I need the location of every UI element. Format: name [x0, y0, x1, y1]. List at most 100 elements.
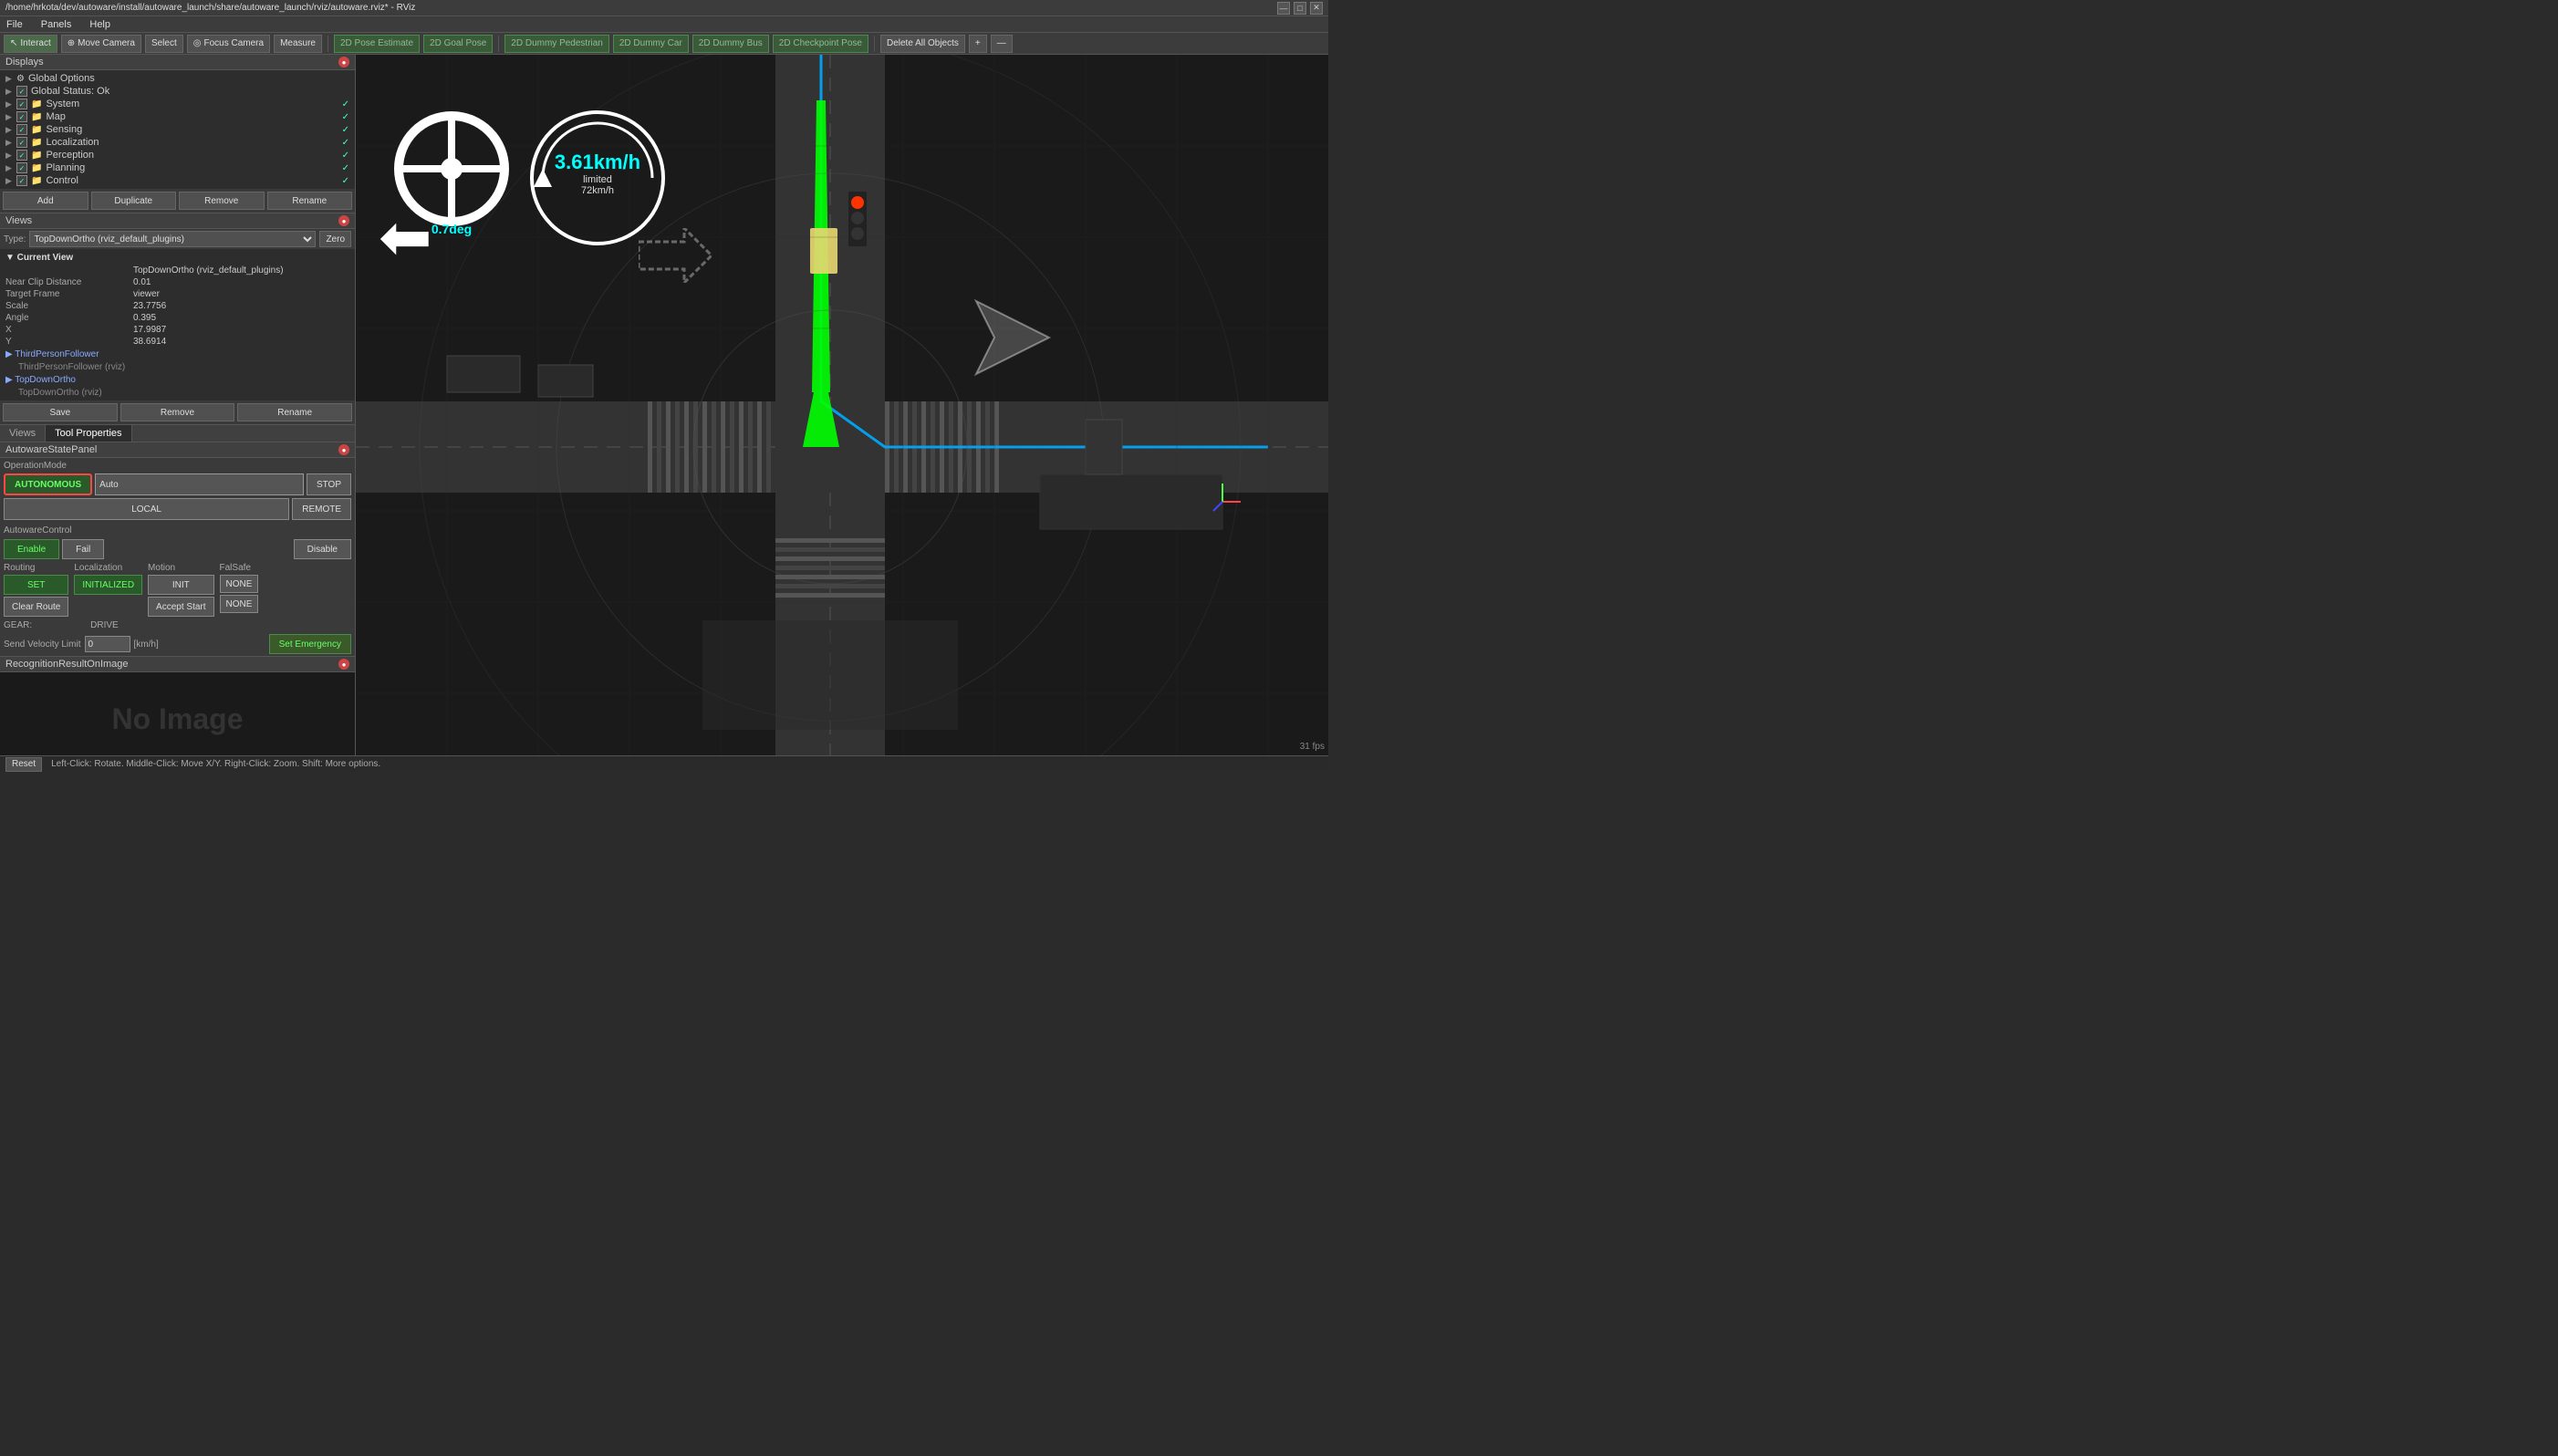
set-emergency-button[interactable]: Set Emergency	[269, 634, 351, 654]
control-checkbox[interactable]: ✓	[16, 175, 27, 186]
autonomous-button[interactable]: AUTONOMOUS	[4, 473, 92, 495]
operation-mode-section: OperationMode AUTONOMOUS STOP LOCAL REMO…	[0, 458, 355, 523]
rename-display-button[interactable]: Rename	[267, 192, 353, 210]
tab-tool-properties[interactable]: Tool Properties	[46, 425, 131, 442]
initialized-button[interactable]: INITIALIZED	[74, 575, 142, 595]
tree-item-perception[interactable]: ▶ ✓ 📁 Perception ✓	[0, 149, 355, 161]
menu-panels[interactable]: Panels	[38, 18, 75, 31]
status-checkbox[interactable]: ✓	[16, 86, 27, 97]
perception-checkbox[interactable]: ✓	[16, 150, 27, 161]
measure-button[interactable]: Measure	[274, 35, 322, 53]
autoware-state-section: AutowareStatePanel ● OperationMode AUTON…	[0, 442, 355, 657]
autoware-state-close[interactable]: ●	[338, 444, 349, 455]
sensing-checkbox[interactable]: ✓	[16, 124, 27, 135]
send-velocity-label: Send Velocity Limit	[4, 640, 81, 650]
3d-viewport[interactable]: 0.7deg 3.61km/h limited 72km/h ⬅	[356, 55, 1328, 755]
delete-all-button[interactable]: Delete All Objects	[880, 35, 965, 53]
speed-limit: 72km/h	[525, 185, 671, 196]
pose-estimate-button[interactable]: 2D Pose Estimate	[334, 35, 420, 53]
enable-button[interactable]: Enable	[4, 539, 59, 559]
top-down-ortho[interactable]: ▶ TopDownOrtho	[0, 373, 355, 387]
minus-toolbar-button[interactable]: —	[991, 35, 1013, 53]
tree-item-system[interactable]: ▶ ✓ 📁 System ✓	[0, 98, 355, 110]
focus-camera-button[interactable]: ◎ Focus Camera	[187, 35, 270, 53]
tree-item-localization[interactable]: ▶ ✓ 📁 Localization ✓	[0, 136, 355, 149]
motion-label: Motion	[148, 563, 213, 573]
third-person-follower[interactable]: ▶ ThirdPersonFollower	[0, 348, 355, 361]
duplicate-button[interactable]: Duplicate	[91, 192, 177, 210]
cv-near-clip: Near Clip Distance 0.01	[0, 276, 355, 288]
tree-item-global-status[interactable]: ▶ ✓ Global Status: Ok	[0, 85, 355, 98]
goal-pose-button[interactable]: 2D Goal Pose	[423, 35, 493, 53]
tab-views[interactable]: Views	[0, 425, 46, 442]
auto-input[interactable]	[95, 473, 304, 495]
none1-button[interactable]: NONE	[220, 575, 259, 593]
maximize-button[interactable]: □	[1294, 2, 1306, 15]
velocity-input[interactable]	[85, 636, 130, 652]
remote-button[interactable]: REMOTE	[292, 498, 351, 520]
routing-col: Routing SET Clear Route	[4, 563, 68, 617]
none2-button[interactable]: NONE	[220, 595, 259, 613]
accept-start-button[interactable]: Accept Start	[148, 597, 213, 617]
local-button[interactable]: LOCAL	[4, 498, 289, 520]
tab-bar: Views Tool Properties	[0, 425, 355, 442]
fail-button[interactable]: Fail	[62, 539, 104, 559]
speed-value: 3.61km/h	[525, 151, 671, 174]
menu-file[interactable]: File	[4, 18, 26, 31]
move-camera-button[interactable]: ⊕ Move Camera	[61, 35, 141, 53]
views-remove-button[interactable]: Remove	[120, 403, 235, 421]
map-checkbox[interactable]: ✓	[16, 111, 27, 122]
turn-left-arrow: ⬅	[379, 205, 432, 269]
remove-display-button[interactable]: Remove	[179, 192, 265, 210]
views-section: Views ● Type: TopDownOrtho (rviz_default…	[0, 213, 355, 425]
add-display-button[interactable]: Add	[3, 192, 88, 210]
dummy-car-button[interactable]: 2D Dummy Car	[613, 35, 689, 53]
displays-buttons: Add Duplicate Remove Rename	[0, 189, 355, 213]
views-close-button[interactable]: ●	[338, 215, 349, 226]
tree-item-global-options[interactable]: ▶ ⚙ Global Options	[0, 72, 355, 85]
views-type-row: Type: TopDownOrtho (rviz_default_plugins…	[0, 229, 355, 249]
recognition-close[interactable]: ●	[338, 659, 349, 670]
views-save-button[interactable]: Save	[3, 403, 118, 421]
system-checkbox[interactable]: ✓	[16, 99, 27, 109]
displays-close-button[interactable]: ●	[338, 57, 349, 68]
views-type-select[interactable]: TopDownOrtho (rviz_default_plugins)	[29, 231, 316, 247]
routing-label: Routing	[4, 563, 68, 573]
init-button[interactable]: INIT	[148, 575, 213, 595]
menubar: File Panels Help	[0, 16, 1328, 33]
interact-button[interactable]: ↖ Interact	[4, 35, 57, 53]
cv-y: Y 38.6914	[0, 336, 355, 348]
views-zero-button[interactable]: Zero	[319, 231, 351, 247]
tree-item-planning[interactable]: ▶ ✓ 📁 Planning ✓	[0, 161, 355, 174]
views-rename-button[interactable]: Rename	[237, 403, 352, 421]
planning-checkbox[interactable]: ✓	[16, 162, 27, 173]
displays-tree: ▶ ⚙ Global Options ▶ ✓ Global Status: Ok…	[0, 70, 355, 189]
dummy-bus-button[interactable]: 2D Dummy Bus	[692, 35, 769, 53]
turn-right-arrow	[639, 228, 712, 286]
titlebar: /home/hrkota/dev/autoware/install/autowa…	[0, 0, 1328, 16]
top-down-value: TopDownOrtho (rviz)	[0, 387, 355, 399]
dummy-pedestrian-button[interactable]: 2D Dummy Pedestrian	[504, 35, 609, 53]
select-button[interactable]: Select	[145, 35, 183, 53]
minimize-button[interactable]: —	[1277, 2, 1290, 15]
tree-item-control[interactable]: ▶ ✓ 📁 Control ✓	[0, 174, 355, 187]
clear-route-button[interactable]: Clear Route	[4, 597, 68, 617]
reset-button[interactable]: Reset	[5, 757, 42, 772]
add-toolbar-button[interactable]: +	[969, 35, 987, 53]
menu-help[interactable]: Help	[87, 18, 113, 31]
set-route-button[interactable]: SET	[4, 575, 68, 595]
third-person-value: ThirdPersonFollower (rviz)	[0, 361, 355, 373]
disable-button[interactable]: Disable	[294, 539, 351, 559]
checkpoint-pose-button[interactable]: 2D Checkpoint Pose	[773, 35, 868, 53]
tree-item-map[interactable]: ▶ ✓ 📁 Map ✓	[0, 110, 355, 123]
recognition-header: RecognitionResultOnImage ●	[0, 657, 355, 672]
title-text: /home/hrkota/dev/autoware/install/autowa…	[5, 3, 415, 13]
tree-item-sensing[interactable]: ▶ ✓ 📁 Sensing ✓	[0, 123, 355, 136]
close-button[interactable]: ✕	[1310, 2, 1323, 15]
stop-button[interactable]: STOP	[307, 473, 351, 495]
cv-target-frame: Target Frame viewer	[0, 288, 355, 300]
cv-angle: Angle 0.395	[0, 312, 355, 324]
failsafe-label: FalSafe	[220, 563, 259, 573]
no-image-area: No Image	[0, 672, 355, 755]
localization-checkbox[interactable]: ✓	[16, 137, 27, 148]
